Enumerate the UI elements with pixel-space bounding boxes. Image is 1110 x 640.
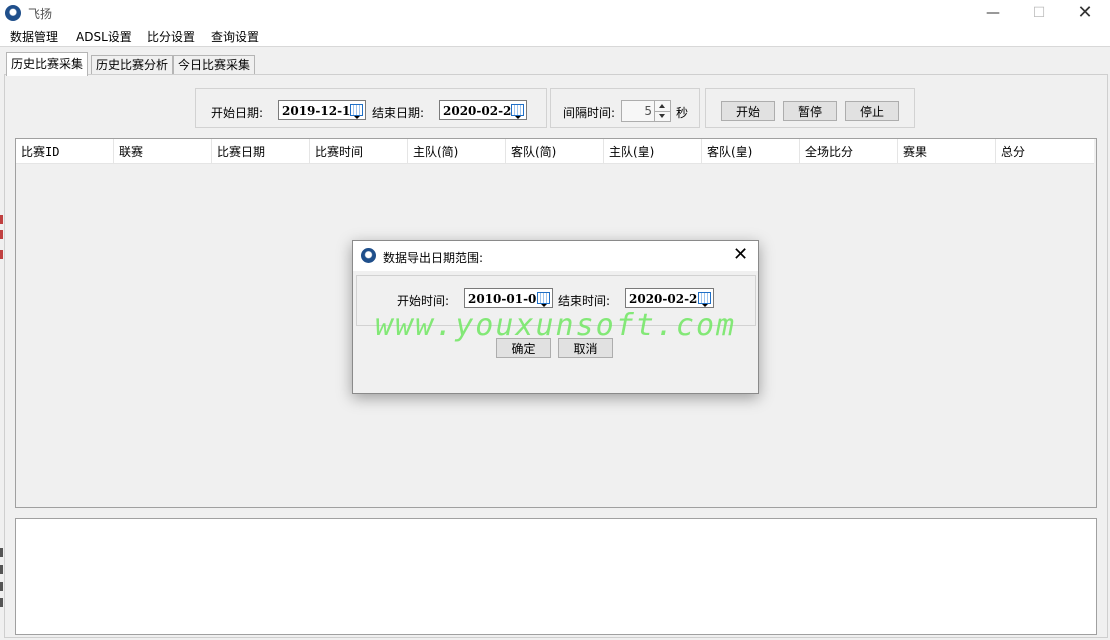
col-league[interactable]: 联赛 [114, 139, 212, 163]
spin-down-icon[interactable] [655, 111, 670, 121]
edge-mark [0, 582, 3, 591]
log-textbox[interactable] [15, 518, 1097, 635]
dialog-start-label: 开始时间: [397, 294, 450, 308]
edge-mark [0, 598, 3, 607]
minimize-button[interactable]: — [970, 0, 1016, 26]
watermark-text: www.youxunsoft.com [375, 308, 737, 343]
dialog-title-bar: 数据导出日期范围: ✕ [353, 241, 758, 271]
dialog-title: 数据导出日期范围: [383, 251, 484, 265]
menu-bar: 数据管理 ADSL设置 比分设置 查询设置 [0, 26, 1110, 47]
col-away-crown[interactable]: 客队(皇) [702, 139, 800, 163]
dialog-end-value: 2020-02-21 [629, 292, 706, 306]
maximize-button[interactable]: ☐ [1016, 0, 1062, 26]
dialog-start-value: 2010-01-01 [468, 292, 545, 306]
menu-adsl-settings[interactable]: ADSL设置 [76, 28, 132, 45]
edge-mark [0, 548, 3, 557]
end-date-label: 结束日期: [372, 106, 425, 120]
menu-data-management[interactable]: 数据管理 [10, 28, 58, 45]
menu-score-settings[interactable]: 比分设置 [147, 28, 195, 45]
date-range-group: 开始日期: 2019-12-19 结束日期: 2020-02-20 [195, 88, 547, 128]
tab-history-analysis[interactable]: 历史比赛分析 [91, 55, 174, 75]
tab-history-collect[interactable]: 历史比赛采集 [6, 52, 89, 76]
calendar-icon[interactable] [350, 104, 363, 119]
menu-query-settings[interactable]: 查询设置 [211, 28, 259, 45]
start-date-value: 2019-12-19 [282, 104, 359, 118]
title-bar: 飞扬 — ☐ ✕ [0, 0, 1110, 26]
calendar-icon[interactable] [511, 104, 524, 119]
dialog-logo-icon [361, 248, 376, 263]
edge-mark [0, 215, 3, 224]
col-full-score[interactable]: 全场比分 [800, 139, 898, 163]
tab-today-collect[interactable]: 今日比赛采集 [173, 55, 256, 75]
dialog-start-date-picker[interactable]: 2010-01-01 [464, 288, 553, 308]
control-buttons-group: 开始 暂停 停止 [705, 88, 915, 128]
col-match-date[interactable]: 比赛日期 [212, 139, 310, 163]
end-date-value: 2020-02-20 [443, 104, 520, 118]
pause-button[interactable]: 暂停 [783, 101, 837, 121]
col-total-score[interactable]: 总分 [996, 139, 1094, 163]
interval-unit: 秒 [676, 106, 689, 120]
dialog-end-label: 结束时间: [558, 294, 611, 308]
grid-header: 比赛ID 联赛 比赛日期 比赛时间 主队(简) 客队(简) 主队(皇) 客队(皇… [16, 139, 1094, 164]
col-match-id[interactable]: 比赛ID [16, 139, 114, 163]
edge-mark [0, 230, 3, 239]
interval-spinner[interactable]: 5 [621, 100, 671, 122]
dialog-end-date-picker[interactable]: 2020-02-21 [625, 288, 714, 308]
col-home-simple[interactable]: 主队(简) [408, 139, 506, 163]
col-result[interactable]: 赛果 [898, 139, 996, 163]
start-button[interactable]: 开始 [721, 101, 775, 121]
interval-group: 间隔时间: 5 秒 [550, 88, 700, 128]
start-date-label: 开始日期: [211, 106, 264, 120]
window-title: 飞扬 [28, 7, 53, 21]
col-home-crown[interactable]: 主队(皇) [604, 139, 702, 163]
dialog-close-icon[interactable]: ✕ [733, 244, 748, 265]
end-date-picker[interactable]: 2020-02-20 [439, 100, 527, 120]
app-logo-icon [5, 5, 21, 21]
calendar-icon[interactable] [698, 292, 711, 307]
col-match-time[interactable]: 比赛时间 [310, 139, 408, 163]
spinner-buttons [654, 101, 670, 121]
edge-mark [0, 250, 3, 259]
interval-label: 间隔时间: [563, 106, 616, 120]
col-away-simple[interactable]: 客队(简) [506, 139, 604, 163]
start-date-picker[interactable]: 2019-12-19 [278, 100, 366, 120]
close-window-button[interactable]: ✕ [1062, 0, 1108, 26]
calendar-icon[interactable] [537, 292, 550, 307]
edge-mark [0, 565, 3, 574]
stop-button[interactable]: 停止 [845, 101, 899, 121]
interval-value: 5 [644, 104, 652, 118]
